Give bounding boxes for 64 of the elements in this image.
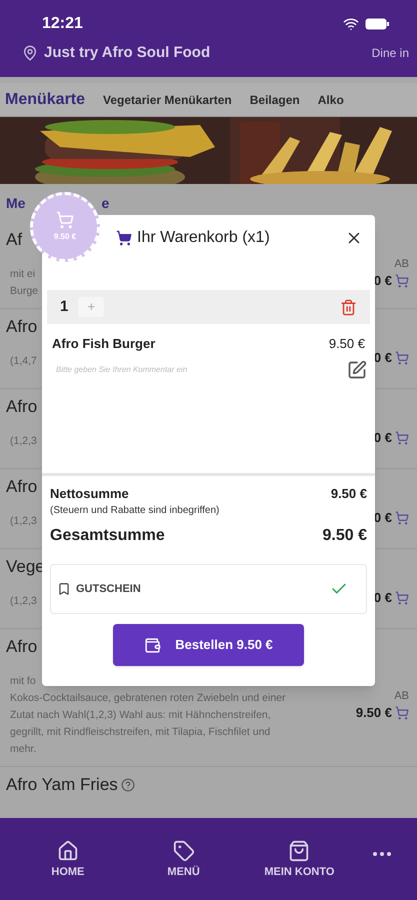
nav-tab-icon <box>288 840 310 862</box>
tax-note: (Steuern und Rabatte sind inbegriffen) <box>50 504 220 518</box>
grand-total-label: Gesamtsumme <box>50 526 165 546</box>
status-time: 12:21 <box>42 14 83 34</box>
modal-title: Ihr Warenkorb (x1) <box>137 228 270 248</box>
info-icon[interactable] <box>120 778 135 792</box>
location-pin-icon <box>22 45 38 62</box>
add-to-cart-icon[interactable] <box>395 430 409 444</box>
item-description: mit ei <box>10 267 36 282</box>
item-description: Kokos-Cocktailsauce, gebratenen roten Zwiebeln und einer <box>10 691 286 706</box>
price-prefix: AB <box>394 690 409 704</box>
wallet-icon <box>144 636 162 654</box>
item-description: Burge <box>10 284 38 299</box>
battery-icon <box>365 18 389 30</box>
add-to-cart-icon[interactable] <box>395 590 409 604</box>
add-to-cart-icon[interactable] <box>395 274 409 288</box>
add-to-cart-icon[interactable] <box>395 706 409 720</box>
nav-tab[interactable]: MENÜ <box>138 840 229 880</box>
item-description: mehr. <box>10 742 36 757</box>
quantity-value: 1 <box>60 296 68 317</box>
item-title: Af <box>6 229 22 251</box>
item-description: mit fo <box>10 674 36 689</box>
category-tab[interactable]: Beilagen <box>250 90 300 108</box>
item-title: Afro <box>6 396 38 418</box>
price-prefix: AB <box>394 258 409 271</box>
item-description: (1,4,7 <box>10 354 37 369</box>
item-description: Zutat nach Wahl(1,2,3) Wahl aus: mit Hähnchenstreifen, <box>10 708 271 723</box>
category-tab[interactable]: Vegetarier Menükarten <box>103 90 232 108</box>
cart-item-price: 9.50 € <box>328 335 365 353</box>
order-mode[interactable]: Dine in <box>372 44 409 62</box>
cart-item-name: Afro Fish Burger <box>52 335 156 353</box>
add-to-cart-icon[interactable] <box>395 510 409 524</box>
voucher-label: GUTSCHEIN <box>76 582 141 597</box>
grand-total-value: 9.50 € <box>322 526 367 546</box>
bookmark-icon <box>57 582 71 596</box>
item-description: (1,2,3 <box>10 514 37 529</box>
wifi-icon <box>343 16 359 32</box>
category-tab[interactable]: Menükarte <box>5 88 86 112</box>
cart-icon <box>56 211 74 229</box>
nav-tab[interactable]: MEIN KONTO <box>254 840 344 880</box>
section-title: Me <box>6 194 26 212</box>
item-title: Afro <box>6 316 38 338</box>
edit-icon[interactable] <box>347 360 367 380</box>
net-total-label: Nettosumme <box>50 484 129 502</box>
item-description: (1,2,3 <box>10 594 37 609</box>
category-tab[interactable]: Alko <box>318 90 344 108</box>
voucher-field[interactable]: GUTSCHEIN <box>50 564 367 614</box>
section-title: e <box>101 194 110 212</box>
location-name: Just try Afro Soul Food <box>44 43 210 63</box>
item-title: Afro <box>6 476 38 498</box>
comment-field[interactable]: Bitte geben Sie Ihren Kommentar ein <box>56 364 347 376</box>
add-to-cart-icon[interactable] <box>395 350 409 364</box>
item-price: 9.50 € <box>356 704 392 722</box>
delete-icon[interactable] <box>340 298 357 316</box>
cart-icon <box>116 230 132 246</box>
nav-tab-icon <box>56 840 79 862</box>
item-title: Afro <box>6 636 38 658</box>
nav-tab-icon <box>172 840 195 862</box>
item-description: (1,2,3 <box>10 434 37 449</box>
order-button[interactable]: Bestellen 9.50 € <box>113 624 304 666</box>
net-total-value: 9.50 € <box>330 484 367 502</box>
nav-tab[interactable]: HOME <box>22 840 113 880</box>
item-title: Afro Yam Fries <box>6 774 118 796</box>
item-description: gegrillt, mit Rindfleischstreifen, mit Tilapia, Fischfilet und <box>10 725 270 740</box>
